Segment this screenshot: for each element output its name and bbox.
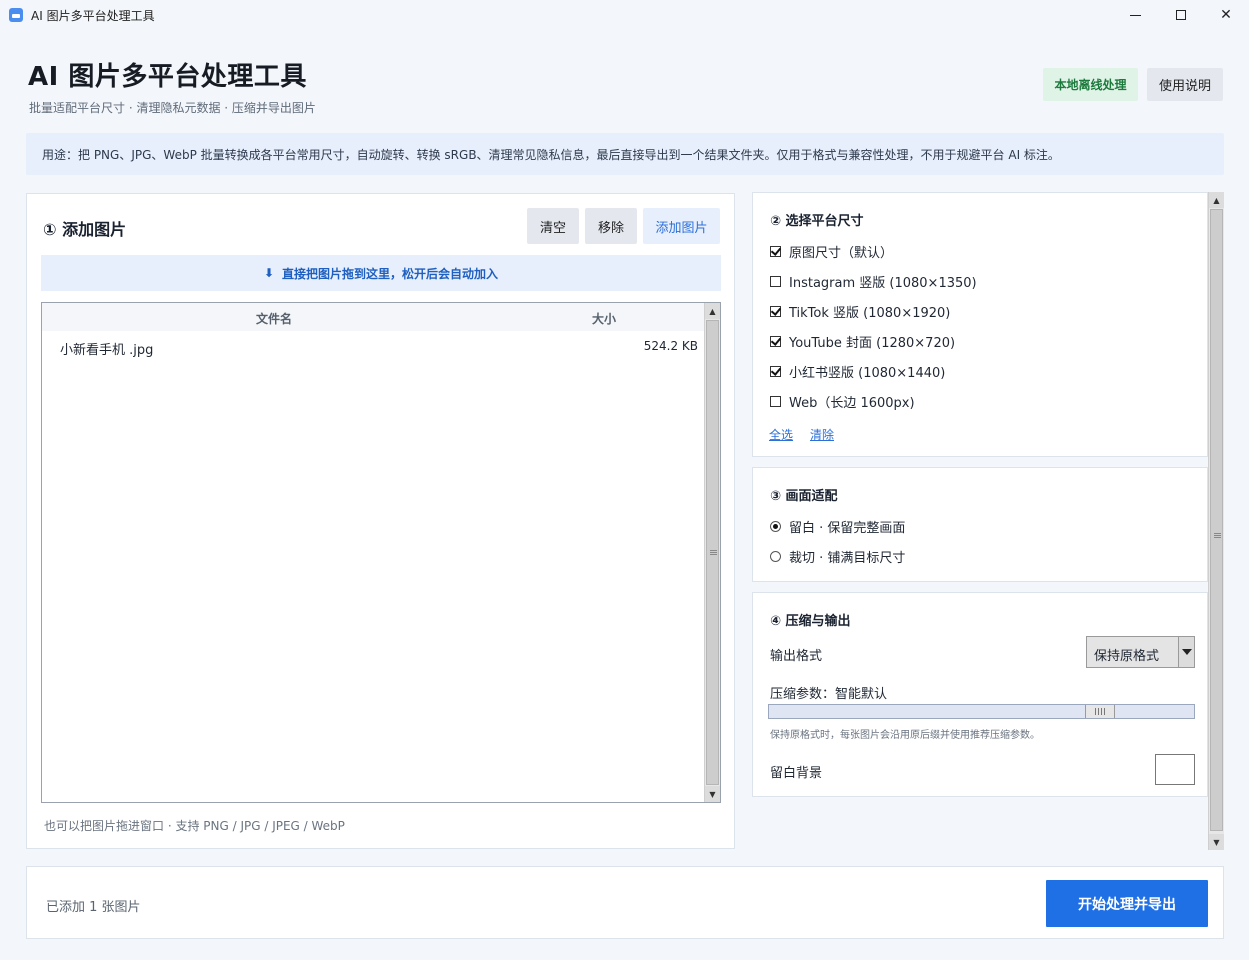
add-images-button[interactable]: 添加图片	[643, 208, 720, 244]
select-all-link[interactable]: 全选	[769, 426, 793, 443]
output-title: ④ 压缩与输出	[770, 614, 851, 629]
format-select[interactable]: 保持原格式	[1086, 636, 1195, 668]
option-letterbox[interactable]: 留白 · 保留完整画面	[770, 517, 905, 536]
option-instagram[interactable]: Instagram 竖版 (1080×1350)	[770, 272, 977, 291]
output-panel: ④ 压缩与输出 输出格式 保持原格式 压缩参数：智能默认 保持原格式时，每张图片…	[752, 592, 1208, 797]
status-bar: 已添加 1 张图片 开始处理并导出	[26, 866, 1224, 939]
option-youtube[interactable]: YouTube 封面 (1280×720)	[770, 332, 955, 351]
radio[interactable]	[770, 521, 781, 532]
title-bar: AI 图片多平台处理工具 ✕	[0, 0, 1249, 30]
option-original-size[interactable]: 原图尺寸（默认）	[770, 242, 893, 261]
platform-size-panel: ② 选择平台尺寸 原图尺寸（默认） Instagram 竖版 (1080×135…	[752, 192, 1208, 457]
scroll-down-arrow-icon[interactable]: ▼	[705, 786, 720, 802]
checkbox[interactable]	[770, 306, 781, 317]
add-images-panel: ① 添加图片 清空 移除 添加图片 ⬇ 直接把图片拖到这里，松开后会自动加入 文…	[26, 193, 735, 849]
minimize-icon	[1129, 14, 1141, 16]
radio[interactable]	[770, 551, 781, 562]
help-button[interactable]: 使用说明	[1147, 68, 1223, 101]
background-color-picker[interactable]	[1155, 754, 1195, 785]
remove-button[interactable]: 移除	[585, 208, 637, 244]
checkbox[interactable]	[770, 366, 781, 377]
compress-hint: 保持原格式时，每张图片会沿用原后缀并使用推荐压缩参数。	[770, 730, 1040, 741]
format-label: 输出格式	[770, 649, 823, 664]
checkbox[interactable]	[770, 396, 781, 407]
drop-zone[interactable]: ⬇ 直接把图片拖到这里，松开后会自动加入	[41, 255, 721, 291]
platform-size-title: ② 选择平台尺寸	[770, 214, 864, 229]
background-label: 留白背景	[770, 766, 823, 781]
column-header-filename[interactable]: 文件名	[256, 310, 292, 327]
checkbox[interactable]	[770, 276, 781, 287]
close-icon: ✕	[1220, 7, 1232, 23]
column-header-size[interactable]: 大小	[592, 310, 616, 327]
table-row[interactable]: 小新看手机 .jpg 524.2 KB	[42, 333, 704, 361]
offline-badge: 本地离线处理	[1043, 68, 1138, 101]
window-title: AI 图片多平台处理工具	[31, 9, 155, 23]
scroll-up-arrow-icon[interactable]: ▲	[705, 303, 720, 319]
file-list-header: 文件名 大小	[42, 303, 704, 331]
usage-notice: 用途：把 PNG、JPG、WebP 批量转换成各平台常用尺寸，自动旋转、转换 s…	[26, 133, 1224, 175]
option-label: 小红书竖版 (1080×1440)	[789, 366, 946, 381]
scroll-down-arrow-icon[interactable]: ▼	[1209, 834, 1224, 850]
maximize-button[interactable]	[1158, 0, 1204, 30]
drop-zone-hint: 直接把图片拖到这里，松开后会自动加入	[282, 266, 499, 281]
option-label: 留白 · 保留完整画面	[789, 521, 906, 536]
page-subtitle: 批量适配平台尺寸 · 清理隐私元数据 · 压缩并导出图片	[29, 101, 316, 115]
option-label: 原图尺寸（默认）	[789, 246, 894, 261]
page-title: AI 图片多平台处理工具	[28, 62, 307, 92]
option-xiaohongshu[interactable]: 小红书竖版 (1080×1440)	[770, 362, 945, 381]
file-list-scrollbar[interactable]: ▲ ▼	[704, 303, 720, 802]
clear-selection-link[interactable]: 清除	[810, 426, 834, 443]
minimize-button[interactable]	[1112, 0, 1158, 30]
file-size: 524.2 KB	[643, 339, 698, 353]
file-name: 小新看手机 .jpg	[60, 343, 154, 358]
arrow-down-icon: ⬇	[263, 266, 275, 280]
format-value: 保持原格式	[1094, 649, 1160, 664]
clear-button[interactable]: 清空	[527, 208, 579, 244]
settings-scrollbar[interactable]: ▲ ▼	[1208, 192, 1224, 850]
option-label: Instagram 竖版 (1080×1350)	[789, 276, 977, 291]
scroll-thumb[interactable]	[706, 320, 719, 785]
maximize-icon	[1176, 10, 1186, 20]
add-images-title: ① 添加图片	[43, 220, 127, 239]
fit-title: ③ 画面适配	[770, 489, 838, 504]
option-label: YouTube 封面 (1280×720)	[789, 336, 956, 351]
slider-thumb[interactable]	[1085, 705, 1115, 718]
chevron-down-icon[interactable]	[1178, 637, 1194, 667]
fit-panel: ③ 画面适配 留白 · 保留完整画面 裁切 · 铺满目标尺寸	[752, 467, 1208, 582]
option-label: TikTok 竖版 (1080×1920)	[789, 306, 951, 321]
app-icon	[9, 8, 23, 22]
option-crop[interactable]: 裁切 · 铺满目标尺寸	[770, 547, 905, 566]
close-button[interactable]: ✕	[1203, 0, 1249, 30]
checkbox[interactable]	[770, 246, 781, 257]
status-text: 已添加 1 张图片	[46, 900, 141, 915]
compress-label: 压缩参数：智能默认	[770, 687, 888, 702]
supported-formats-note: 也可以把图片拖进窗口 · 支持 PNG / JPG / JPEG / WebP	[44, 819, 345, 833]
option-tiktok[interactable]: TikTok 竖版 (1080×1920)	[770, 302, 950, 321]
start-export-button[interactable]: 开始处理并导出	[1046, 880, 1208, 927]
option-label: 裁切 · 铺满目标尺寸	[789, 551, 906, 566]
option-web[interactable]: Web（长边 1600px)	[770, 392, 915, 411]
option-label: Web（长边 1600px)	[789, 396, 915, 411]
scroll-thumb[interactable]	[1210, 209, 1223, 831]
compress-slider[interactable]	[768, 704, 1195, 719]
file-list[interactable]: 文件名 大小 小新看手机 .jpg 524.2 KB ▲ ▼	[41, 302, 721, 803]
checkbox[interactable]	[770, 336, 781, 347]
scroll-up-arrow-icon[interactable]: ▲	[1209, 192, 1224, 208]
